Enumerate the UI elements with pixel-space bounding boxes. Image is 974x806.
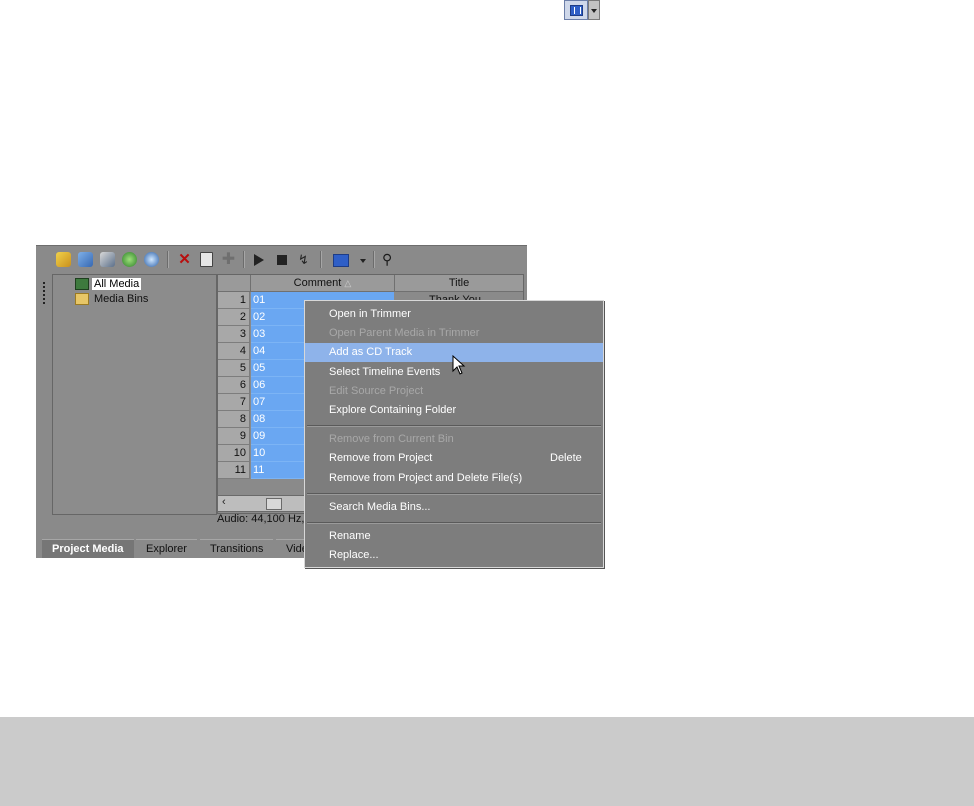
menu-separator [307, 425, 601, 427]
view-grid-button[interactable] [564, 0, 588, 20]
menu-item-remove-from-project[interactable]: Remove from Project Delete [305, 449, 603, 468]
tree-item-label: Media Bins [94, 293, 149, 305]
row-number[interactable]: 3 [218, 326, 250, 343]
chevron-down-icon[interactable] [588, 0, 600, 20]
views-icon[interactable] [333, 254, 349, 267]
search-media-icon[interactable] [144, 252, 159, 267]
menu-item-label: Remove from Project [329, 452, 433, 464]
menu-separator [307, 493, 601, 495]
row-number[interactable]: 8 [218, 411, 250, 428]
row-number[interactable]: 10 [218, 445, 250, 462]
column-header-title[interactable]: Title [395, 275, 523, 292]
menu-item-open-in-trimmer[interactable]: Open in Trimmer [305, 305, 603, 324]
row-number[interactable]: 1 [218, 292, 250, 309]
search-icon[interactable]: ⚲ [382, 252, 397, 267]
tab-transitions[interactable]: Transitions [200, 539, 274, 558]
grip-dot [43, 282, 45, 284]
tree-item-media-bins[interactable]: Media Bins [75, 292, 148, 307]
toolbar-separator [243, 251, 245, 268]
menu-item-shortcut: Delete [550, 452, 582, 464]
view-grid-icon [570, 5, 583, 16]
refresh-icon[interactable] [122, 252, 137, 267]
menu-item-search-media-bins[interactable]: Search Media Bins... [305, 498, 603, 517]
all-media-icon [75, 278, 89, 290]
capture-video-icon[interactable] [78, 252, 93, 267]
top-view-button[interactable] [564, 0, 600, 20]
column-header-comment[interactable]: Comment △ [251, 275, 395, 292]
tab-explorer[interactable]: Explorer [136, 539, 197, 558]
menu-item-edit-source-project[interactable]: Edit Source Project [305, 382, 603, 401]
footer-band [0, 717, 974, 806]
get-media-web-icon[interactable] [100, 252, 115, 267]
row-number[interactable]: 5 [218, 360, 250, 377]
mouse-cursor-icon [452, 355, 466, 375]
menu-item-open-parent-media[interactable]: Open Parent Media in Trimmer [305, 324, 603, 343]
scroll-thumb[interactable] [266, 498, 282, 510]
grip-dot [43, 286, 45, 288]
grid-corner-header [218, 275, 251, 292]
row-number[interactable]: 9 [218, 428, 250, 445]
tree-item-all-media[interactable]: All Media [75, 277, 142, 292]
column-header-label: Title [448, 277, 470, 289]
row-number[interactable]: 7 [218, 394, 250, 411]
remove-icon[interactable]: ✕ [177, 252, 192, 267]
menu-item-explore-containing-folder[interactable]: Explore Containing Folder [305, 401, 603, 420]
toolbar-separator [167, 251, 169, 268]
media-tree: All Media Media Bins [52, 274, 217, 515]
properties-icon[interactable] [200, 252, 213, 267]
status-text: Audio: 44,100 Hz, [217, 513, 305, 525]
grip-dot [43, 294, 45, 296]
toolbar-separator [373, 251, 375, 268]
row-number[interactable]: 4 [218, 343, 250, 360]
grip-dot [43, 290, 45, 292]
auto-preview-icon[interactable]: ↯ [298, 252, 313, 267]
menu-item-remove-and-delete[interactable]: Remove from Project and Delete File(s) [305, 469, 603, 488]
menu-item-remove-from-current-bin[interactable]: Remove from Current Bin [305, 430, 603, 449]
import-media-icon[interactable] [56, 252, 71, 267]
folder-icon [75, 293, 89, 305]
sort-ascending-icon: △ [344, 278, 352, 288]
menu-item-replace[interactable]: Replace... [305, 546, 603, 565]
toolbar-separator [320, 251, 322, 268]
column-header-label: Comment [293, 277, 342, 289]
scroll-left-icon[interactable]: ‹ [222, 496, 226, 508]
add-effect-icon: ✚ [221, 251, 236, 268]
views-dropdown-icon[interactable] [360, 259, 366, 263]
toolbar: ✕ ✚ ↯ ⚲ [36, 246, 527, 272]
row-number[interactable]: 2 [218, 309, 250, 326]
row-number[interactable]: 6 [218, 377, 250, 394]
menu-item-rename[interactable]: Rename [305, 527, 603, 546]
play-icon[interactable] [254, 254, 264, 266]
grip-dot [43, 298, 45, 300]
stop-icon[interactable] [277, 255, 287, 265]
tree-item-label: All Media [92, 278, 142, 290]
grip-dot [43, 302, 45, 304]
row-number[interactable]: 11 [218, 462, 250, 479]
tab-project-media[interactable]: Project Media [42, 539, 134, 558]
menu-separator [307, 522, 601, 524]
context-menu: Open in Trimmer Open Parent Media in Tri… [304, 300, 604, 568]
